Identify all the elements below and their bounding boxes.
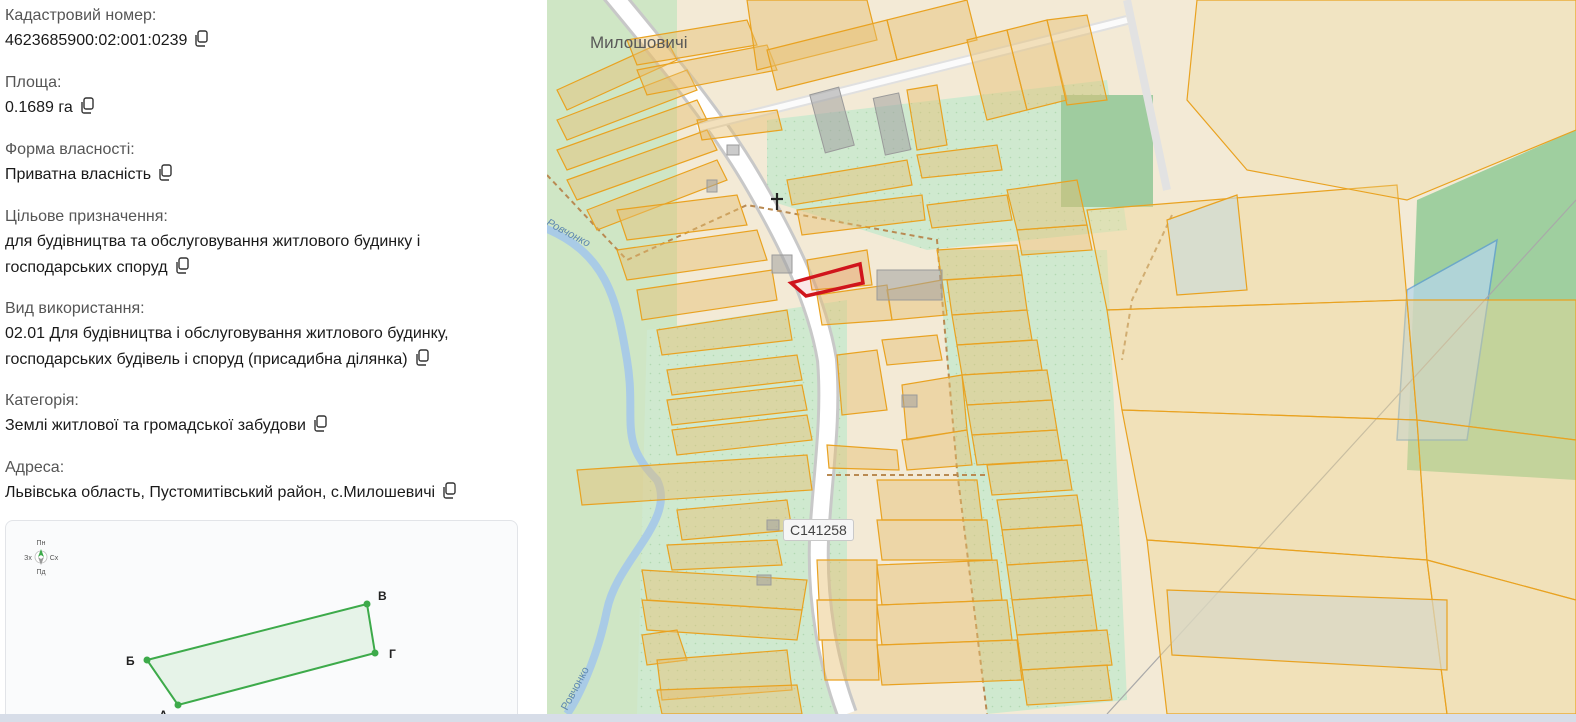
field-value: 4623685900:02:001:0239 xyxy=(5,28,533,54)
cadastral-number-value: 4623685900:02:001:0239 xyxy=(5,32,188,49)
copy-icon[interactable] xyxy=(193,30,209,47)
purpose-value-text: господарських споруд xyxy=(5,259,168,276)
category-value: Землі житлової та громадської забудови xyxy=(5,417,306,434)
field-value: 0.1689 га xyxy=(5,95,533,121)
field-value: Приватна власність xyxy=(5,162,533,188)
vertex-label-g: Г xyxy=(389,647,396,661)
field-value: 02.01 Для будівництва і обслуговування ж… xyxy=(5,321,533,373)
road-label: C141258 xyxy=(783,519,854,541)
compass-north: Пн xyxy=(37,540,46,547)
field-ownership: Форма власності: Приватна власність xyxy=(5,140,533,188)
cadastral-map[interactable]: Ровчонко Ровчонко Милошовичі C141258 xyxy=(547,0,1576,714)
field-purpose: Цільове призначення: для будівництва та … xyxy=(5,207,533,281)
compass-icon: Пн Пд Зх Сх xyxy=(24,540,59,576)
field-label: Вид використання: xyxy=(5,300,145,317)
parcel-plan-card: Пн Пд Зх Сх В Б Г А xyxy=(5,520,518,714)
field-label: Форма власності: xyxy=(5,141,135,158)
usage-value-line: господарських будівель і споруд (присади… xyxy=(5,347,533,373)
field-value: Львівська область, Пустомитівський район… xyxy=(5,480,533,506)
parcel-plan-drawing: Пн Пд Зх Сх В Б Г А xyxy=(24,540,396,714)
village-label: Милошовичі xyxy=(590,33,687,52)
vertex-marker-v xyxy=(363,600,371,608)
copy-icon[interactable] xyxy=(414,349,430,366)
copy-icon[interactable] xyxy=(79,97,95,114)
copy-icon[interactable] xyxy=(441,482,457,499)
vertex-marker-b xyxy=(143,656,151,664)
field-cadastral-number: Кадастровий номер: 4623685900:02:001:023… xyxy=(5,6,533,54)
field-usage-type: Вид використання: 02.01 Для будівництва … xyxy=(5,299,533,373)
vertex-label-b: Б xyxy=(126,654,135,668)
address-value: Львівська область, Пустомитівський район… xyxy=(5,484,436,501)
vertex-label-v: В xyxy=(378,589,387,603)
ownership-value: Приватна власність xyxy=(5,166,152,183)
compass-south: Пд xyxy=(36,569,45,576)
field-address: Адреса: Львівська область, Пустомитівськ… xyxy=(5,458,533,506)
field-label: Кадастровий номер: xyxy=(5,7,157,24)
vertex-marker-g xyxy=(371,649,379,657)
copy-icon[interactable] xyxy=(157,164,173,181)
field-label: Площа: xyxy=(5,74,62,91)
field-value: для будівництва та обслуговування житлов… xyxy=(5,229,533,281)
copy-icon[interactable] xyxy=(174,257,190,274)
compass-east: Сх xyxy=(50,555,59,562)
usage-value-text: господарських будівель і споруд (присади… xyxy=(5,351,408,368)
bottom-scrollbar[interactable] xyxy=(0,714,1576,722)
vertex-marker-a xyxy=(174,701,182,709)
usage-value-line: 02.01 Для будівництва і обслуговування ж… xyxy=(5,325,449,342)
copy-icon[interactable] xyxy=(312,415,328,432)
parcel-outline xyxy=(145,602,377,707)
map-canvas[interactable]: Ровчонко Ровчонко Милошовичі xyxy=(547,0,1576,714)
field-area: Площа: 0.1689 га xyxy=(5,73,533,121)
field-label: Адреса: xyxy=(5,459,65,476)
compass-west: Зх xyxy=(24,555,32,562)
area-value: 0.1689 га xyxy=(5,99,73,116)
field-value: Землі житлової та громадської забудови xyxy=(5,413,533,439)
parcel-info-panel: Кадастровий номер: 4623685900:02:001:023… xyxy=(0,0,547,714)
purpose-value-line: господарських споруд xyxy=(5,255,533,281)
field-label: Категорія: xyxy=(5,392,79,409)
purpose-value-line: для будівництва та обслуговування житлов… xyxy=(5,233,421,250)
field-label: Цільове призначення: xyxy=(5,208,168,225)
field-category: Категорія: Землі житлової та громадської… xyxy=(5,391,533,439)
